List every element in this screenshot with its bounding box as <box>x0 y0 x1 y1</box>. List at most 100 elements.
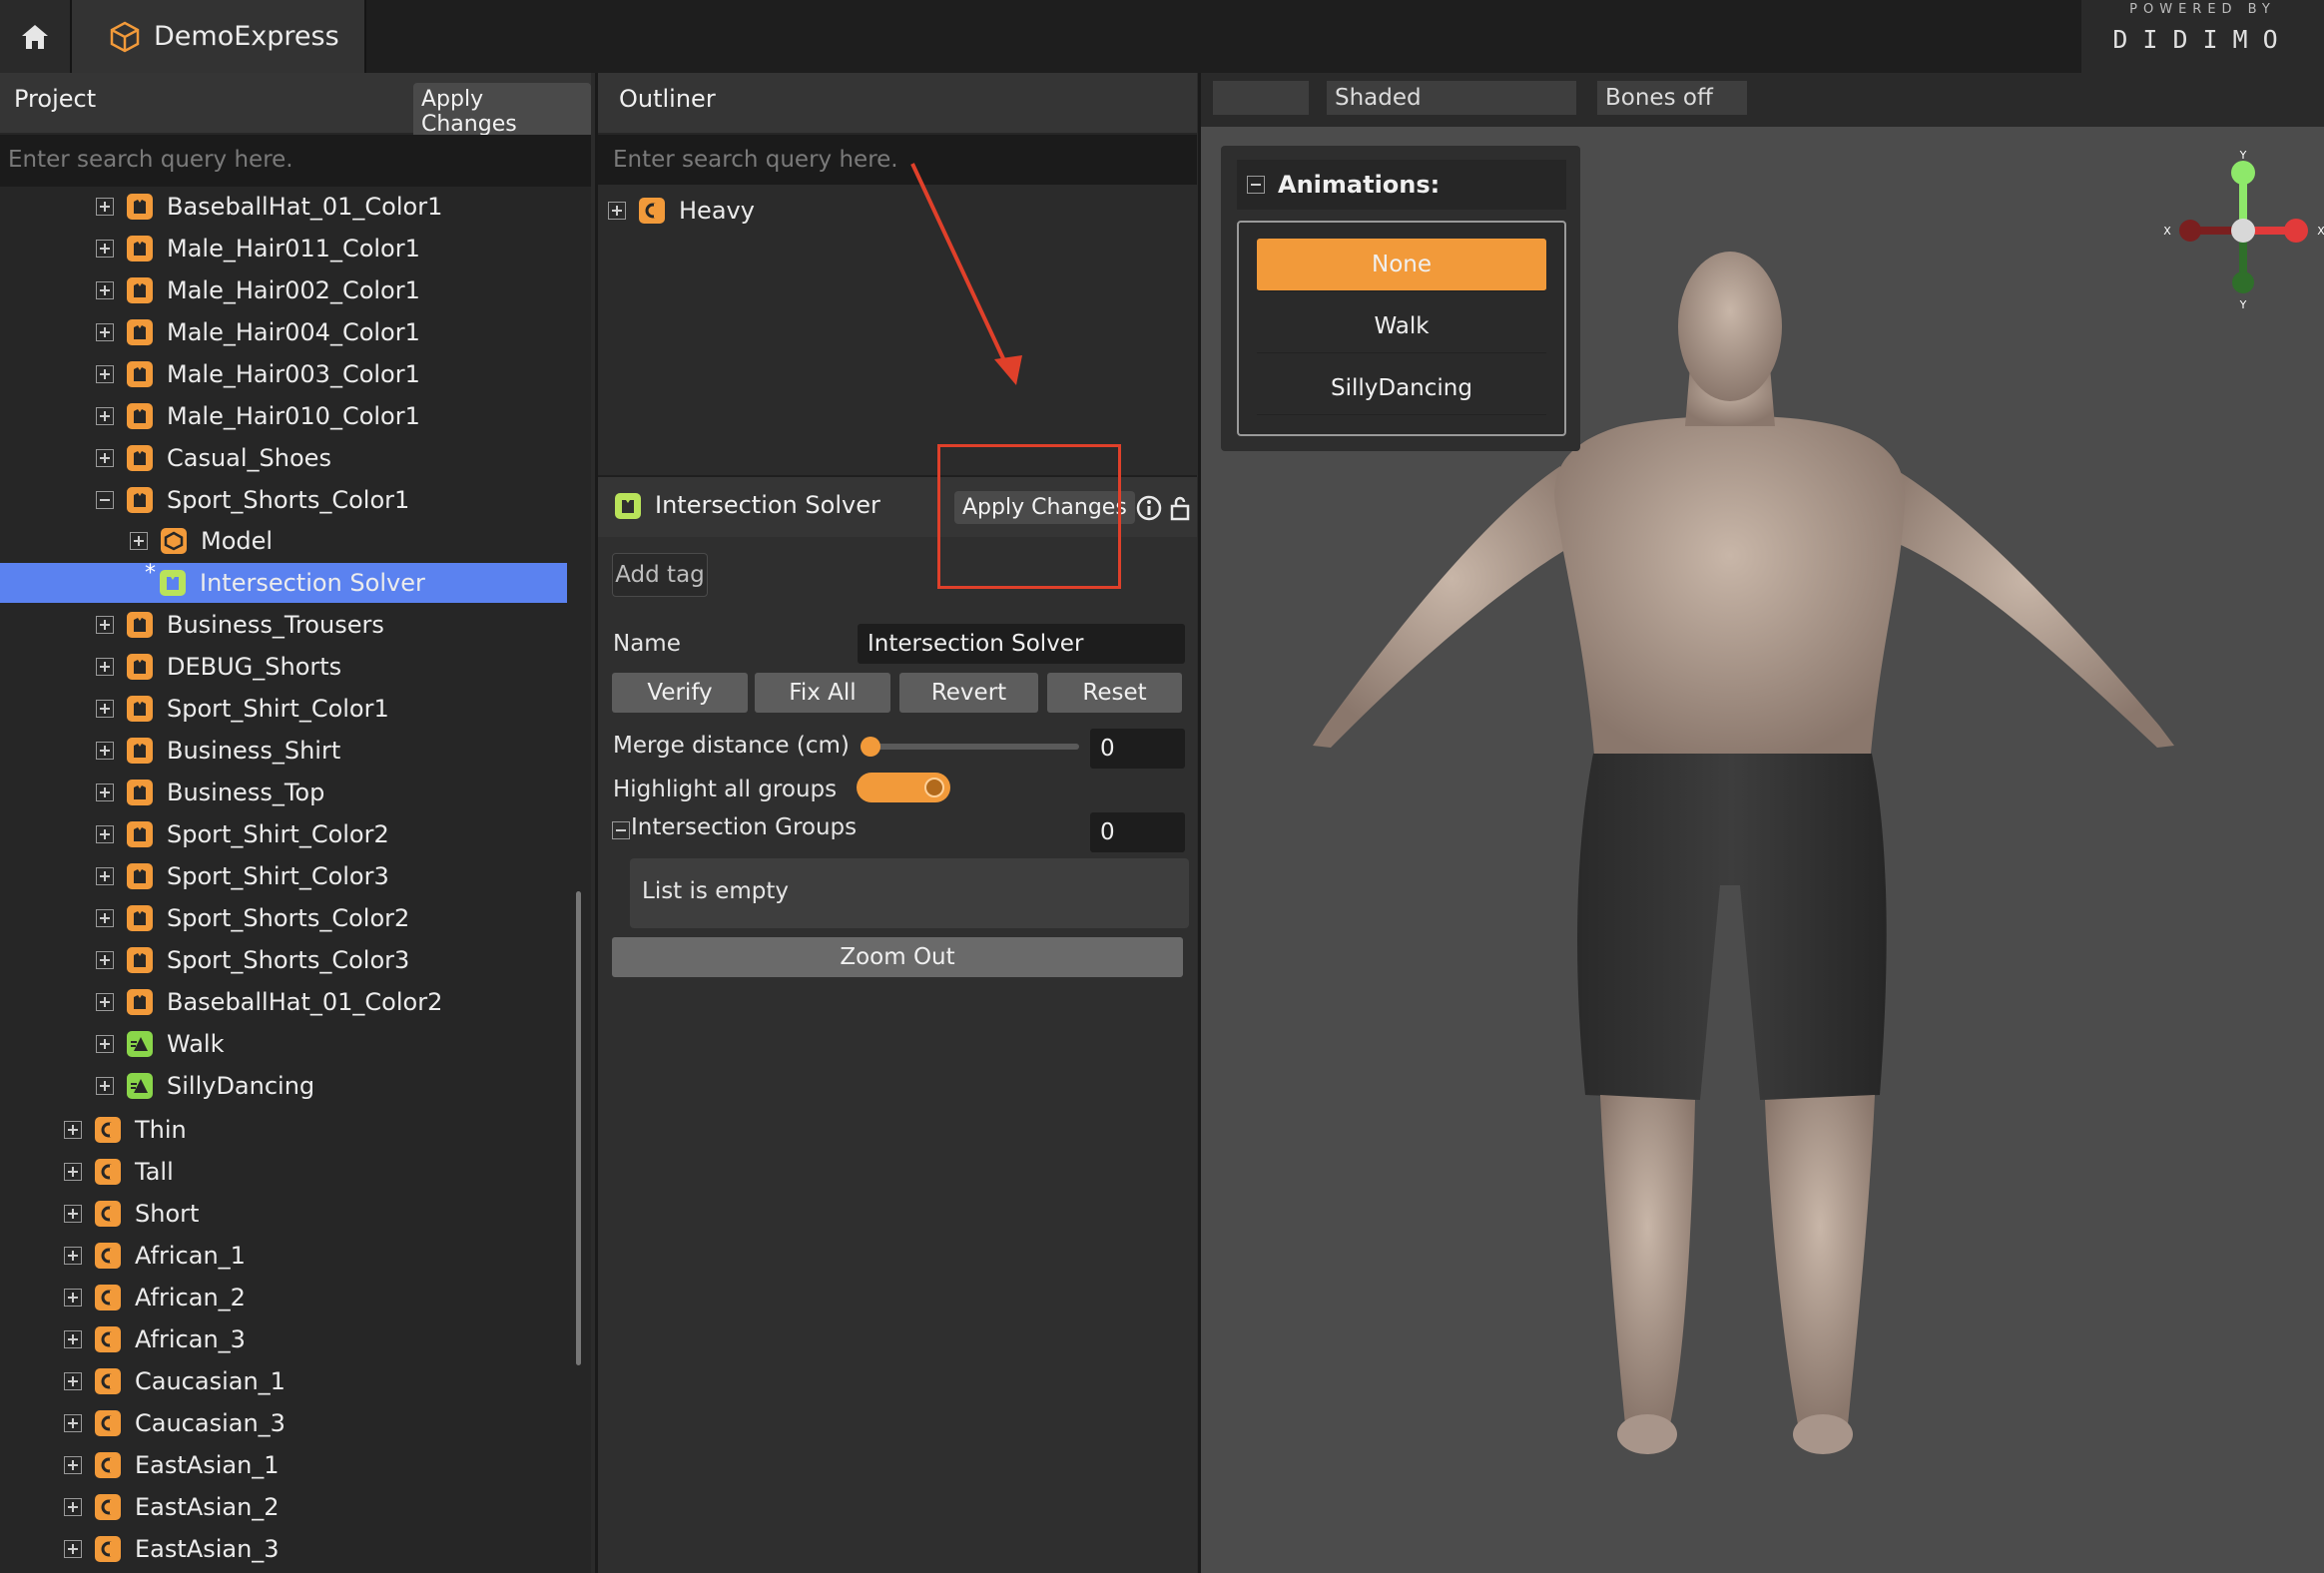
project-scrollbar[interactable] <box>576 891 581 1365</box>
project-apply-changes-button[interactable]: Apply Changes <box>413 83 591 141</box>
collapse-icon[interactable] <box>1247 176 1265 194</box>
add-tag-button[interactable]: Add tag <box>612 553 708 597</box>
lock-icon[interactable] <box>1169 494 1191 522</box>
outliner-item-heavy[interactable]: Heavy <box>608 191 755 231</box>
expand-icon[interactable] <box>96 700 114 718</box>
tree-item-sport-shorts-color1[interactable]: Sport_Shorts_Color1 <box>96 480 409 520</box>
tree-item-thin[interactable]: Thin <box>64 1110 187 1150</box>
expand-icon[interactable] <box>64 1121 82 1139</box>
tree-item-caucasian-1[interactable]: Caucasian_1 <box>64 1361 286 1401</box>
tree-item-male-hair003-color1[interactable]: Male_Hair003_Color1 <box>96 354 420 394</box>
shading-dropdown[interactable]: Shaded <box>1327 81 1576 115</box>
camera-dropdown[interactable] <box>1213 81 1309 115</box>
name-field[interactable]: Intersection Solver <box>858 624 1185 664</box>
expand-icon[interactable] <box>96 784 114 801</box>
tree-item-eastasian-3[interactable]: EastAsian_3 <box>64 1529 280 1569</box>
animations-header[interactable]: Animations: <box>1237 160 1566 210</box>
tree-item-intersection-solver[interactable]: * Intersection Solver <box>0 561 567 603</box>
bones-toggle[interactable]: Bones off <box>1597 81 1747 115</box>
outliner-search-input[interactable]: Enter search query here. <box>598 135 1197 185</box>
expand-icon[interactable] <box>64 1330 82 1348</box>
tab-demoexpress[interactable]: DemoExpress <box>72 0 366 73</box>
expand-icon[interactable] <box>96 993 114 1011</box>
tree-item-model[interactable]: Model <box>130 521 273 561</box>
tree-item-male-hair004-color1[interactable]: Male_Hair004_Color1 <box>96 312 420 352</box>
reset-button[interactable]: Reset <box>1047 673 1182 713</box>
tree-item-business-shirt[interactable]: Business_Shirt <box>96 731 340 771</box>
tree-item-baseballhat-01-color1[interactable]: BaseballHat_01_Color1 <box>96 187 442 227</box>
tree-item-walk[interactable]: Walk <box>96 1024 224 1064</box>
expand-icon[interactable] <box>96 1035 114 1053</box>
tree-item-baseballhat-01-color2[interactable]: BaseballHat_01_Color2 <box>96 982 442 1022</box>
expand-icon[interactable] <box>96 867 114 885</box>
expand-icon[interactable] <box>64 1205 82 1223</box>
tree-item-male-hair011-color1[interactable]: Male_Hair011_Color1 <box>96 229 420 268</box>
axis-gizmo[interactable]: Y Y X X <box>2159 151 2324 310</box>
expand-icon[interactable] <box>96 1077 114 1095</box>
tree-item-short[interactable]: Short <box>64 1194 199 1234</box>
expand-icon[interactable] <box>96 323 114 341</box>
expand-icon[interactable] <box>64 1372 82 1390</box>
tree-item-caucasian-3[interactable]: Caucasian_3 <box>64 1403 286 1443</box>
animation-option-walk[interactable]: Walk <box>1257 300 1546 353</box>
expand-icon[interactable] <box>96 909 114 927</box>
project-search-input[interactable]: Enter search query here. <box>0 135 591 187</box>
tree-item-business-top[interactable]: Business_Top <box>96 773 324 812</box>
expand-icon[interactable] <box>96 825 114 843</box>
tree-item-sport-shirt-color1[interactable]: Sport_Shirt_Color1 <box>96 689 389 729</box>
expand-icon[interactable] <box>96 742 114 760</box>
merge-distance-input[interactable]: 0 <box>1090 729 1185 769</box>
tree-item-sport-shirt-color2[interactable]: Sport_Shirt_Color2 <box>96 814 389 854</box>
verify-button[interactable]: Verify <box>612 673 748 713</box>
cube-icon <box>110 21 140 52</box>
tree-item-eastasian-2[interactable]: EastAsian_2 <box>64 1487 280 1527</box>
merge-distance-slider-handle[interactable] <box>861 737 880 757</box>
zoom-out-button[interactable]: Zoom Out <box>612 937 1183 977</box>
tree-item-business-trousers[interactable]: Business_Trousers <box>96 605 384 645</box>
intersection-groups-count[interactable]: 0 <box>1090 812 1185 852</box>
animation-option-none[interactable]: None <box>1257 239 1546 291</box>
revert-button[interactable]: Revert <box>899 673 1038 713</box>
tree-item-male-hair002-color1[interactable]: Male_Hair002_Color1 <box>96 270 420 310</box>
expand-icon[interactable] <box>64 1456 82 1474</box>
expand-icon[interactable] <box>64 1540 82 1558</box>
tree-item-sport-shorts-color2[interactable]: Sport_Shorts_Color2 <box>96 898 409 938</box>
expand-icon[interactable] <box>64 1414 82 1432</box>
expand-icon[interactable] <box>64 1247 82 1265</box>
merge-distance-slider[interactable] <box>870 744 1079 750</box>
expand-icon[interactable] <box>96 616 114 634</box>
expand-icon[interactable] <box>96 281 114 299</box>
tree-item-eastasian-1[interactable]: EastAsian_1 <box>64 1445 280 1485</box>
x-axis-label: X <box>2317 225 2324 238</box>
expand-icon[interactable] <box>96 365 114 383</box>
tree-item-african-1[interactable]: African_1 <box>64 1236 246 1276</box>
tree-item-male-hair010-color1[interactable]: Male_Hair010_Color1 <box>96 396 420 436</box>
highlight-groups-toggle-knob[interactable] <box>924 778 944 797</box>
tree-item-label: Sport_Shorts_Color2 <box>167 904 410 932</box>
tree-item-african-2[interactable]: African_2 <box>64 1278 246 1317</box>
tree-item-casual-shoes[interactable]: Casual_Shoes <box>96 438 331 478</box>
expand-icon[interactable] <box>96 198 114 216</box>
expand-icon[interactable] <box>96 407 114 425</box>
tree-item-sport-shorts-color3[interactable]: Sport_Shorts_Color3 <box>96 940 409 980</box>
expand-icon[interactable] <box>64 1289 82 1307</box>
tree-item-debug-shorts[interactable]: DEBUG_Shorts <box>96 647 341 687</box>
animation-option-sillydancing[interactable]: SillyDancing <box>1257 362 1546 415</box>
tree-item-african-3[interactable]: African_3 <box>64 1319 246 1359</box>
expand-icon[interactable] <box>608 202 626 220</box>
expand-icon[interactable] <box>96 449 114 467</box>
collapse-icon[interactable] <box>612 821 630 839</box>
expand-icon[interactable] <box>130 532 148 550</box>
collapse-icon[interactable] <box>96 491 114 509</box>
home-button[interactable] <box>0 0 72 73</box>
tree-item-sport-shirt-color3[interactable]: Sport_Shirt_Color3 <box>96 856 389 896</box>
expand-icon[interactable] <box>96 658 114 676</box>
expand-icon[interactable] <box>96 240 114 258</box>
info-icon[interactable] <box>1135 494 1163 522</box>
expand-icon[interactable] <box>96 951 114 969</box>
fix-all-button[interactable]: Fix All <box>755 673 890 713</box>
expand-icon[interactable] <box>64 1498 82 1516</box>
expand-icon[interactable] <box>64 1163 82 1181</box>
tree-item-tall[interactable]: Tall <box>64 1152 174 1192</box>
tree-item-sillydancing[interactable]: SillyDancing <box>96 1066 314 1106</box>
